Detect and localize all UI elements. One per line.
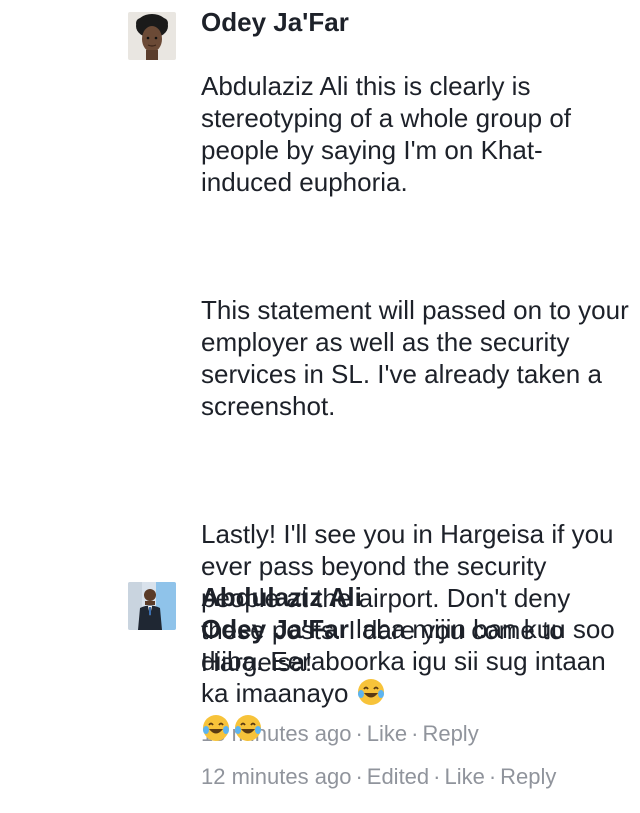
mention-link[interactable]: Odey Ja'Far <box>201 614 349 644</box>
comment-author[interactable]: Abdulaziz Ali <box>201 581 631 613</box>
comment-meta: 12 minutes ago · Edited · Like · Reply <box>201 763 631 791</box>
comment: Abdulaziz Ali Odey Ja'Far laba mijin ban… <box>0 570 640 813</box>
comment-paragraph: Abdulaziz Ali this is clearly is stereot… <box>201 71 572 197</box>
separator-dot: · <box>488 764 497 789</box>
avatar-image <box>128 12 176 60</box>
separator-dot: · <box>433 764 441 789</box>
comment-author[interactable]: Odey Ja'Far <box>201 6 631 38</box>
avatar[interactable] <box>128 582 176 630</box>
comment-timestamp[interactable]: 12 minutes ago <box>201 764 351 789</box>
comment-text: Odey Ja'Far laba mijin ban kuu soo diiba… <box>201 613 631 709</box>
comment-paragraph: This statement will passed on to your em… <box>201 295 629 421</box>
laugh-emoji-icon <box>201 713 231 743</box>
emoji-row <box>201 713 631 753</box>
separator-dot: · <box>355 764 363 789</box>
reply-link[interactable]: Reply <box>500 764 556 789</box>
comment: Odey Ja'Far Abdulaziz Ali this is clearl… <box>0 0 640 746</box>
edited-link[interactable]: Edited <box>367 764 429 789</box>
avatar-image <box>128 582 176 630</box>
laugh-emoji-icon <box>233 713 263 743</box>
avatar[interactable] <box>128 12 176 60</box>
laugh-emoji-icon <box>356 677 386 707</box>
like-link[interactable]: Like <box>444 764 484 789</box>
